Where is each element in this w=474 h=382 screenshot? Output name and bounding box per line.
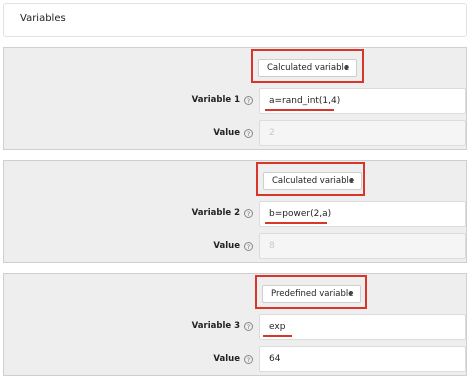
value-input[interactable]: 64 (259, 346, 466, 372)
variable-label: Variable 1 (191, 95, 240, 105)
select-highlight: Calculated variable ◆ (256, 162, 365, 196)
select-highlight: Calculated variable ◆ (251, 49, 364, 83)
select-arrow-icon: ◆ (348, 290, 353, 297)
help-icon[interactable]: ? (244, 129, 253, 138)
variable-block-3: Predefined variable ◆ Variable 3 ? exp V… (3, 273, 467, 376)
input-underline (265, 222, 327, 224)
variable-label: Variable 2 (191, 208, 240, 218)
value-input: 2 (259, 120, 466, 146)
variable-label: Variable 3 (191, 321, 240, 331)
variable-block-1: Calculated variable ◆ Variable 1 ? a=ran… (3, 47, 467, 150)
value-input: 8 (259, 233, 466, 259)
help-icon[interactable]: ? (244, 242, 253, 251)
help-icon[interactable]: ? (244, 322, 253, 331)
variable-type-value: Calculated variable (272, 176, 355, 186)
help-icon[interactable]: ? (244, 96, 253, 105)
variable-type-value: Predefined variable (271, 289, 354, 299)
select-highlight: Predefined variable ◆ (255, 275, 367, 309)
select-arrow-icon: ◆ (349, 177, 354, 184)
variable-type-select[interactable]: Calculated variable ◆ (263, 172, 362, 190)
variables-header: Variables (3, 3, 467, 37)
variable-block-2: Calculated variable ◆ Variable 2 ? b=pow… (3, 160, 467, 263)
value-label: Value (213, 128, 240, 138)
variable-type-select[interactable]: Predefined variable ◆ (262, 285, 361, 303)
select-arrow-icon: ◆ (344, 64, 349, 71)
value-label: Value (213, 354, 240, 364)
input-underline (263, 335, 292, 337)
value-label: Value (213, 241, 240, 251)
help-icon[interactable]: ? (244, 209, 253, 218)
variable-type-select[interactable]: Calculated variable ◆ (258, 59, 357, 77)
help-icon[interactable]: ? (244, 355, 253, 364)
variable-type-value: Calculated variable (267, 63, 350, 73)
input-underline (265, 109, 334, 111)
section-title: Variables (20, 13, 66, 24)
